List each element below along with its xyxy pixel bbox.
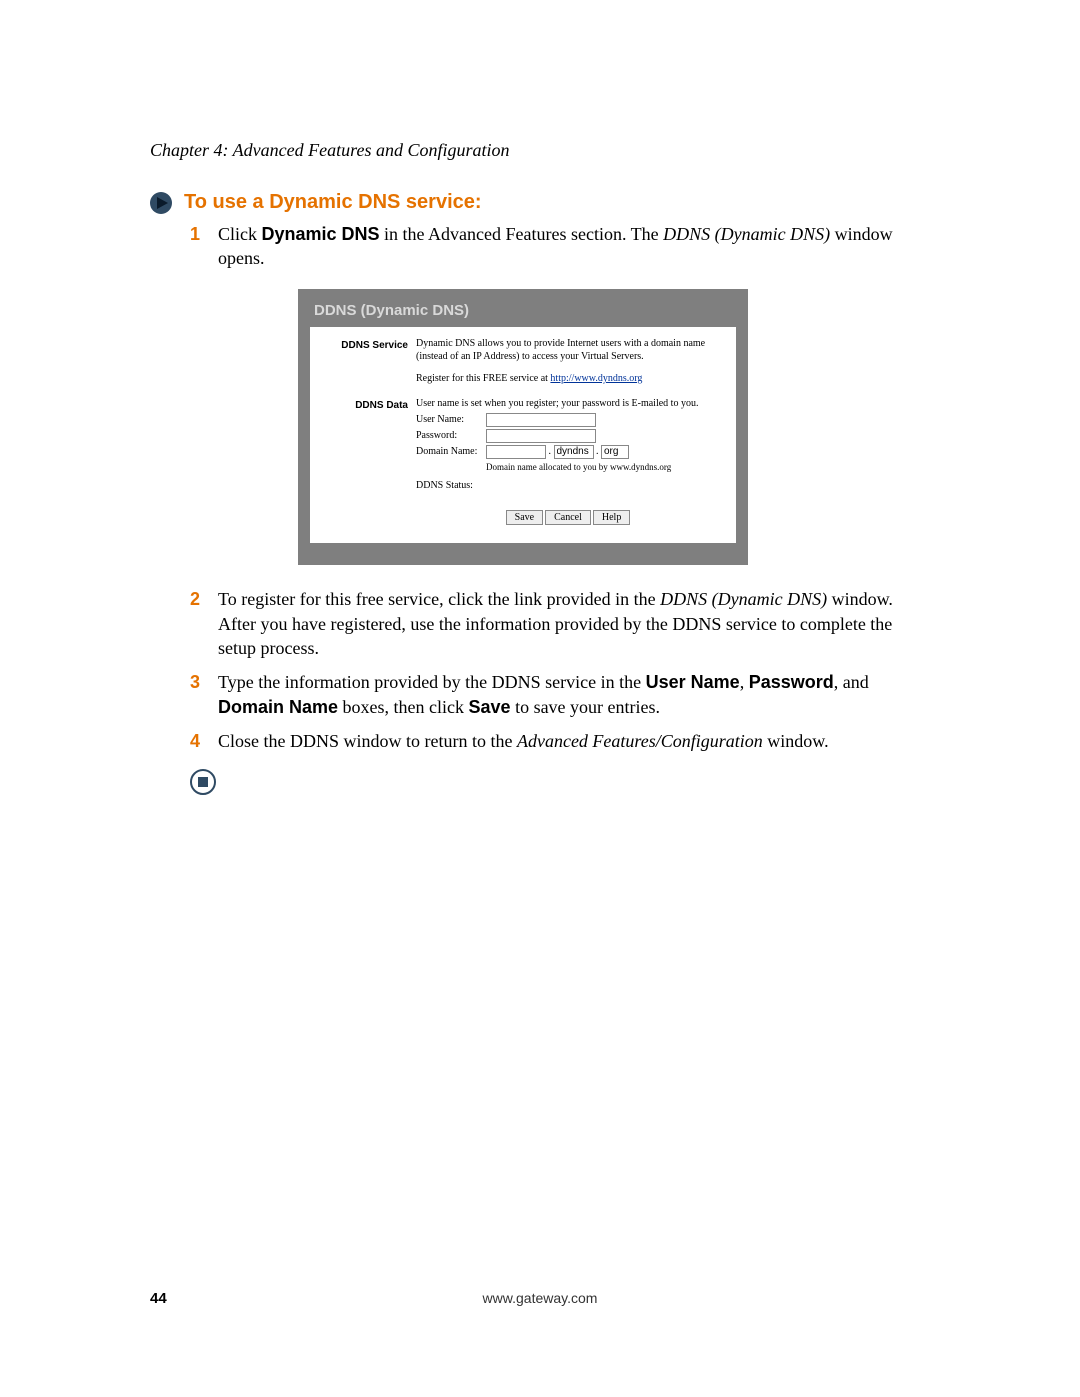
step-4: Close the DDNS window to return to the A… [190, 729, 930, 753]
help-button[interactable]: Help [593, 510, 630, 525]
ddns-service-label: DDNS Service [318, 337, 416, 353]
italic-ddns-2: DDNS (Dynamic DNS) [660, 589, 827, 609]
step-3: Type the information provided by the DDN… [190, 670, 930, 719]
register-text: Register for this FREE service at [416, 373, 550, 384]
step-2: To register for this free service, click… [190, 587, 930, 660]
domain-mid-input[interactable] [554, 445, 594, 459]
play-triangle-icon [150, 192, 172, 214]
domain-allocated-note: Domain name allocated to you by www.dynd… [486, 461, 720, 473]
cancel-button[interactable]: Cancel [545, 510, 591, 525]
domain-host-input[interactable] [486, 445, 546, 459]
section-heading: To use a Dynamic DNS service: [184, 191, 482, 214]
domain-name-label: Domain Name: [416, 445, 486, 459]
end-marker-icon [190, 769, 930, 800]
save-button[interactable]: Save [506, 510, 543, 525]
ddns-screenshot: DDNS (Dynamic DNS) DDNS Service Dynamic … [298, 289, 748, 566]
footer-url: www.gateway.com [150, 1290, 930, 1306]
register-link[interactable]: http://www.dyndns.org [550, 373, 642, 384]
chapter-title: Chapter 4: Advanced Features and Configu… [150, 140, 930, 161]
italic-ddns: DDNS (Dynamic DNS) [663, 224, 830, 244]
domain-tld-input[interactable] [601, 445, 629, 459]
ddns-service-desc: Dynamic DNS allows you to provide Intern… [416, 337, 720, 364]
ddns-data-desc: User name is set when you register; your… [416, 397, 720, 411]
ddns-data-label: DDNS Data [318, 397, 416, 413]
password-input[interactable] [486, 429, 596, 443]
password-label: Password: [416, 429, 486, 443]
bold-dynamic-dns: Dynamic DNS [262, 224, 380, 244]
ddns-window-title: DDNS (Dynamic DNS) [298, 301, 748, 321]
ddns-status-label: DDNS Status: [416, 479, 473, 493]
user-name-input[interactable] [486, 413, 596, 427]
user-name-label: User Name: [416, 413, 486, 427]
step-1: Click Dynamic DNS in the Advanced Featur… [190, 222, 930, 565]
